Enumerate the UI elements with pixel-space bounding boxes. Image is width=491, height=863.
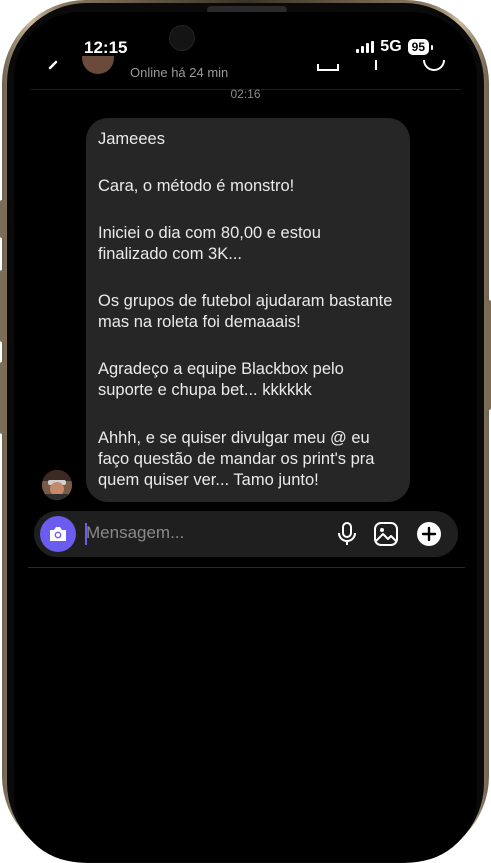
add-button[interactable] xyxy=(415,520,443,548)
online-status: Online há 24 min xyxy=(130,65,229,80)
contact-avatar xyxy=(82,56,114,74)
side-button-right xyxy=(486,300,491,410)
microphone-button[interactable] xyxy=(333,520,361,548)
message-paragraph: Os grupos de futebol ajudaram bastante m… xyxy=(98,292,393,331)
camera-icon xyxy=(50,527,66,541)
message-paragraph: Iniciei o dia com 80,00 e estou finaliza… xyxy=(98,224,321,263)
network-type: 5G xyxy=(380,38,402,55)
camera-button[interactable] xyxy=(40,516,76,552)
message-paragraph: Ahhh, e se quiser divulgar meu @ eu faço… xyxy=(98,429,375,489)
info-icon xyxy=(423,59,445,71)
video-call-icon xyxy=(317,64,339,71)
back-icon xyxy=(48,60,58,70)
sender-avatar[interactable] xyxy=(42,470,72,500)
microphone-icon xyxy=(338,522,356,545)
image-icon xyxy=(374,522,398,546)
side-button-left-1 xyxy=(0,200,5,238)
battery-icon: 95 xyxy=(407,39,429,55)
avatar-image xyxy=(42,470,72,500)
message-paragraph: Cara, o método é monstro! xyxy=(98,177,295,195)
composer-divider xyxy=(28,567,465,568)
status-time: 12:15 xyxy=(84,38,128,57)
message-paragraph: Agradeço a equipe Blackbox pelo suporte … xyxy=(98,360,344,399)
side-button-left-3 xyxy=(0,362,5,434)
plus-circle-icon xyxy=(417,522,441,546)
message-timestamp: 02:16 xyxy=(230,87,261,101)
chat-header xyxy=(40,56,460,86)
message-paragraph: Jameees xyxy=(98,130,165,148)
signal-icon xyxy=(356,41,375,53)
gallery-button[interactable] xyxy=(372,520,400,548)
front-camera xyxy=(169,25,195,51)
side-button-left-2 xyxy=(0,270,5,342)
message-input[interactable] xyxy=(86,523,306,543)
header-icons xyxy=(48,56,445,74)
status-indicators: 5G 95 xyxy=(356,38,433,56)
battery-tip xyxy=(431,44,433,50)
